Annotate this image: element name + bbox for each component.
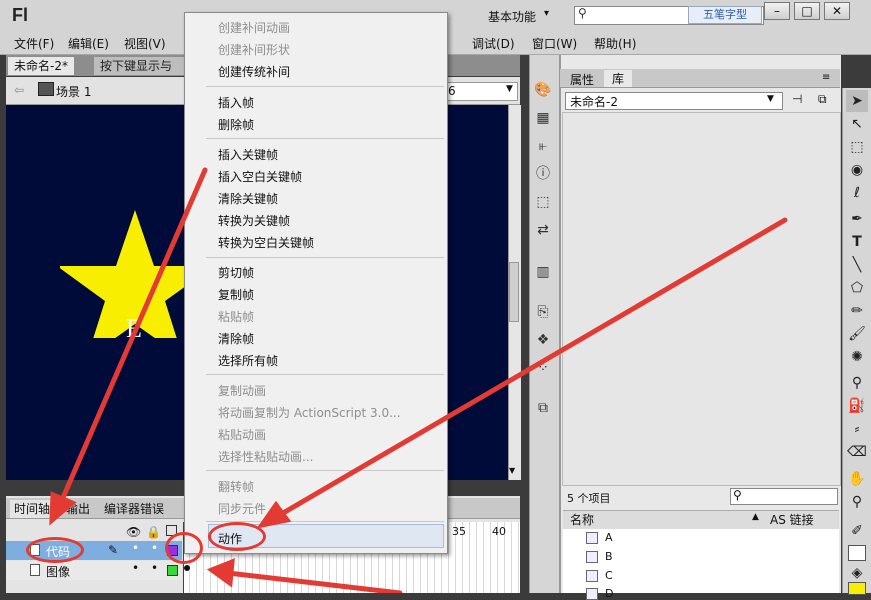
- arrowhead: [49, 491, 77, 526]
- arrow-to-actions: [275, 217, 788, 519]
- arrowhead: [256, 500, 292, 529]
- annotation-circle-layer: [26, 537, 84, 563]
- arrow-to-timeline-tab: [59, 167, 208, 503]
- annotation-circle-frame: [165, 532, 203, 564]
- arrow-to-keyframe: [225, 570, 403, 593]
- annotation-circle-actions: [208, 522, 266, 551]
- arrowhead: [206, 558, 235, 588]
- annotation-arrows: [49, 167, 788, 593]
